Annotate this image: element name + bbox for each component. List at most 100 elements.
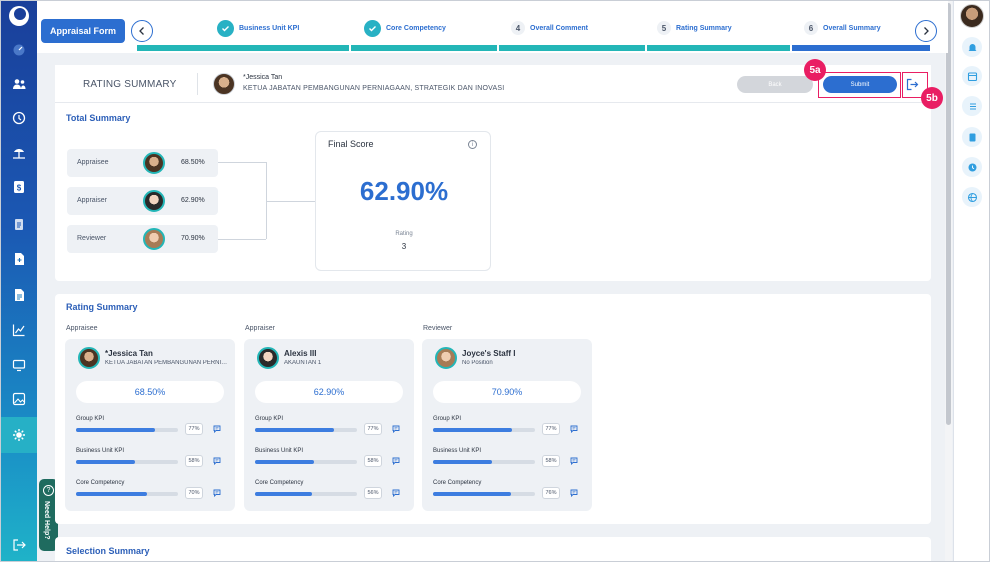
rating-value: 3 [401, 242, 407, 251]
person-position: KETUA JABATAN PEMBANGUNAN PERNIAGAAN, ST… [105, 360, 229, 366]
final-score-card: Final Score i 62.90% Rating 3 [315, 131, 491, 271]
person-rating-card: *Jessica Tan KETUA JABATAN PEMBANGUNAN PE… [65, 339, 235, 511]
person-position: No Position [462, 360, 493, 366]
metric-progress-fill [76, 428, 155, 432]
row-label: Appraisee [77, 159, 109, 166]
chevron-left-icon [139, 27, 144, 35]
document-icon[interactable] [9, 285, 29, 305]
row-label: Reviewer [77, 235, 107, 242]
person-avatar [435, 347, 457, 369]
step-core-competency[interactable]: Core Competency [364, 19, 446, 37]
notification-bell-icon[interactable] [962, 37, 982, 57]
next-step-button[interactable] [915, 20, 937, 42]
metric-progress-track [255, 460, 357, 464]
user-avatar[interactable] [960, 4, 984, 28]
right-sidebar [953, 1, 989, 561]
back-button[interactable]: Back [737, 76, 813, 93]
stepper-bar: Appraisal Form Business Unit KPI Core Co… [37, 1, 948, 53]
progress-segment [647, 45, 790, 51]
step-label: Overall Comment [530, 24, 588, 32]
clock-icon[interactable] [962, 157, 982, 177]
monitor-icon[interactable] [9, 355, 29, 375]
reviewer-avatar [143, 228, 165, 250]
chevron-right-icon [924, 27, 929, 35]
comment-icon[interactable] [213, 425, 221, 433]
comment-icon[interactable] [213, 457, 221, 465]
person-name: Joyce's Staff I [462, 349, 516, 358]
metric-progress-fill [255, 492, 312, 496]
metric-progress-fill [255, 428, 334, 432]
appraisal-icon[interactable] [1, 417, 37, 453]
metric-label: Core Competency [433, 480, 482, 486]
appraiser-avatar [143, 190, 165, 212]
comment-icon[interactable] [570, 489, 578, 497]
metric-percent: 77% [364, 423, 382, 435]
claims-icon[interactable]: $ [9, 177, 29, 197]
check-icon [217, 19, 234, 37]
metric-percent: 77% [542, 423, 560, 435]
metric-progress-track [76, 460, 178, 464]
rating-summary-header: RATING SUMMARY *Jessica Tan KETUA JABATA… [55, 65, 931, 103]
scrollbar-thumb[interactable] [946, 3, 951, 425]
metric-progress-fill [76, 492, 147, 496]
row-value: 62.90% [181, 197, 205, 204]
metric-row: Group KPI 77% [433, 416, 583, 444]
metric-progress-fill [433, 460, 492, 464]
step-number: 5 [657, 21, 671, 35]
row-value: 68.50% [181, 159, 205, 166]
row-label: Appraiser [77, 197, 107, 204]
metric-row: Business Unit KPI 58% [76, 448, 226, 476]
step-label: Business Unit KPI [239, 24, 300, 32]
metric-label: Group KPI [255, 416, 284, 422]
document-add-icon[interactable] [9, 249, 29, 269]
chart-icon[interactable] [9, 320, 29, 340]
comment-icon[interactable] [213, 489, 221, 497]
step-number: 6 [804, 21, 818, 35]
info-icon[interactable]: i [468, 140, 477, 149]
metric-progress-track [76, 492, 178, 496]
metric-row: Group KPI 77% [76, 416, 226, 444]
comment-icon[interactable] [570, 425, 578, 433]
dashboard-icon[interactable] [9, 39, 29, 59]
step-label: Rating Summary [676, 24, 732, 32]
beach-icon[interactable] [9, 143, 29, 163]
task-clipboard-icon[interactable] [962, 127, 982, 147]
section-label: RATING SUMMARY [83, 79, 177, 90]
metric-progress-track [433, 492, 535, 496]
globe-icon[interactable] [962, 187, 982, 207]
comment-icon[interactable] [570, 457, 578, 465]
list-icon[interactable] [962, 96, 982, 116]
metric-label: Business Unit KPI [76, 448, 125, 454]
final-score-value: 62.90% [359, 176, 449, 206]
prev-step-button[interactable] [131, 20, 153, 42]
appraisee-avatar [143, 152, 165, 174]
comment-icon[interactable] [392, 457, 400, 465]
logout-icon[interactable] [9, 535, 29, 555]
comment-icon[interactable] [392, 489, 400, 497]
final-score-label: Final Score [328, 139, 374, 149]
metric-percent: 77% [185, 423, 203, 435]
person-avatar [78, 347, 100, 369]
step-rating-summary[interactable]: 5 Rating Summary [657, 19, 732, 37]
svg-text:$: $ [17, 184, 22, 193]
comment-icon[interactable] [392, 425, 400, 433]
metric-label: Core Competency [255, 480, 304, 486]
employee-name: *Jessica Tan [243, 74, 283, 81]
metric-progress-fill [433, 492, 511, 496]
history-icon[interactable] [9, 108, 29, 128]
progress-segment [499, 45, 645, 51]
step-overall-summary[interactable]: 6 Overall Summary [804, 19, 881, 37]
vertical-scrollbar[interactable] [945, 1, 952, 561]
metric-row: Business Unit KPI 58% [255, 448, 405, 476]
step-overall-comment[interactable]: 4 Overall Comment [511, 19, 588, 37]
step-business-unit-kpi[interactable]: Business Unit KPI [217, 19, 299, 37]
metric-progress-fill [255, 460, 314, 464]
image-icon[interactable] [9, 389, 29, 409]
app-logo[interactable] [9, 6, 29, 26]
metric-progress-fill [433, 428, 512, 432]
help-icon: ? [43, 485, 54, 496]
people-icon[interactable] [9, 74, 29, 94]
calendar-icon[interactable] [962, 66, 982, 86]
divider [197, 73, 198, 95]
clipboard-icon[interactable] [9, 214, 29, 234]
